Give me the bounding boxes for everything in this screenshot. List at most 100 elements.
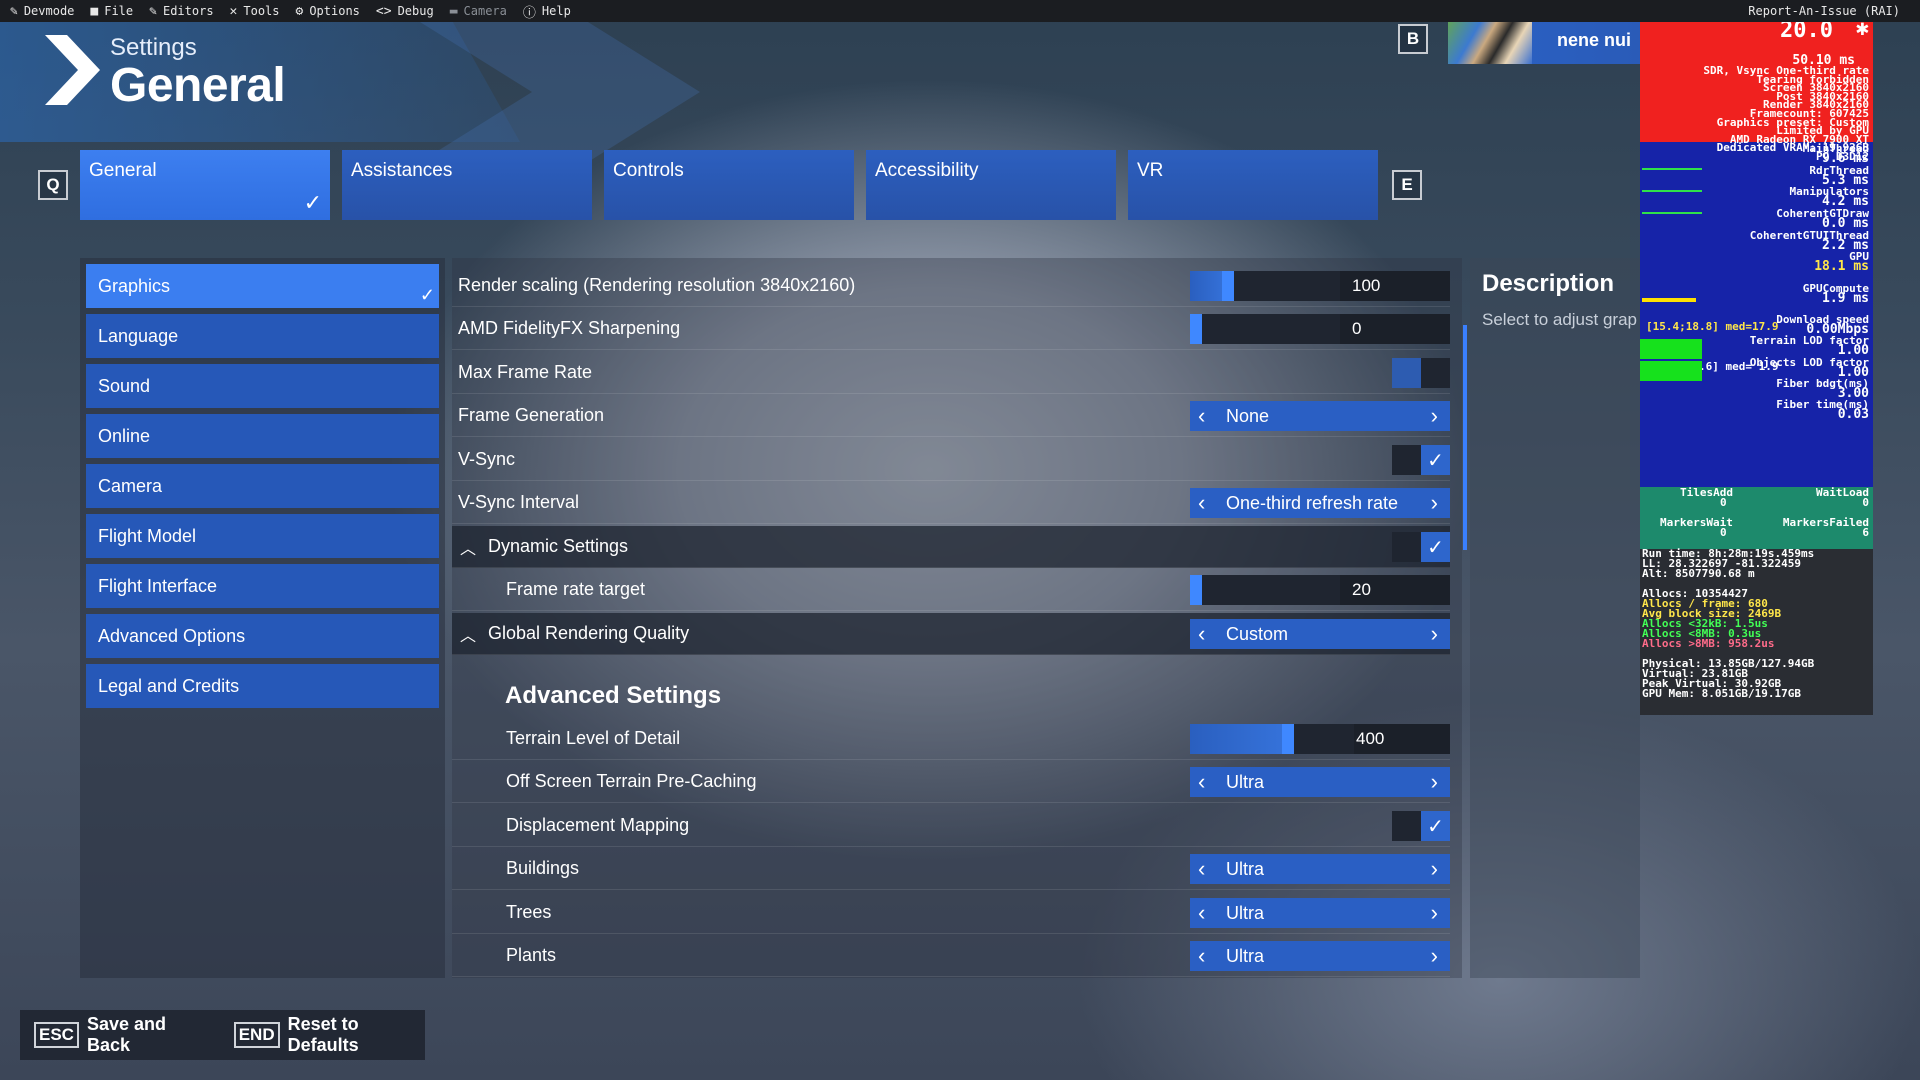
chevron-left-icon[interactable]: ‹ [1198, 769, 1205, 795]
save-and-back-button[interactable]: Save and Back [87, 1014, 206, 1056]
setting-terrain-lod: Terrain Level of Detail 400 [452, 718, 1450, 760]
lod-factor-bar [1640, 361, 1702, 381]
checkmark-icon: ✓ [419, 285, 435, 305]
debug-metric-value: 18.1 ms [1814, 259, 1869, 274]
chevron-left-icon[interactable]: ‹ [1198, 490, 1205, 516]
tools-icon: ✕ [229, 3, 238, 19]
frame-rate-target-slider[interactable]: 20 [1190, 575, 1450, 605]
camera-icon: ▬ [449, 3, 458, 19]
report-issue-link[interactable]: Report-An-Issue (RAI) [1748, 4, 1900, 18]
category-legal-credits[interactable]: Legal and Credits [86, 664, 439, 708]
debug-metric-value: 9.6 ms [1822, 151, 1869, 166]
displacement-checkbox[interactable]: ✓ [1392, 811, 1450, 841]
setting-sharpening: AMD FidelityFX Sharpening 0 [452, 308, 1450, 350]
chevron-right-icon[interactable]: › [1431, 769, 1438, 795]
debug-wait-load: WaitLoad [1816, 486, 1869, 499]
category-online[interactable]: Online [86, 414, 439, 458]
chevron-right-icon[interactable]: › [1431, 943, 1438, 969]
menu-camera[interactable]: ▬ Camera [450, 4, 507, 19]
debug-markers-failed-value: 6 [1862, 526, 1869, 539]
buildings-selector[interactable]: ‹ Ultra › [1190, 854, 1450, 884]
menu-debug[interactable]: <> Debug [376, 4, 434, 19]
end-key[interactable]: END [233, 1022, 280, 1048]
chevron-left-icon[interactable]: ‹ [1198, 900, 1205, 926]
debug-metric-value: 1.9 ms [1822, 291, 1869, 306]
reset-defaults-button[interactable]: Reset to Defaults [288, 1014, 425, 1056]
setting-max-frame-rate: Max Frame Rate [452, 352, 1450, 394]
category-language[interactable]: Language [86, 314, 439, 358]
lod-factor-bar [1640, 339, 1702, 359]
setting-frame-rate-target: Frame rate target 20 [452, 569, 1450, 611]
trees-selector[interactable]: ‹ Ultra › [1190, 898, 1450, 928]
category-camera[interactable]: Camera [86, 464, 439, 508]
menu-tools[interactable]: ✕ Tools [230, 4, 280, 19]
vsync-checkbox[interactable]: ✓ [1392, 445, 1450, 475]
category-flight-model[interactable]: Flight Model [86, 514, 439, 558]
chevron-right-icon[interactable]: › [1431, 621, 1438, 647]
category-advanced-options[interactable]: Advanced Options [86, 614, 439, 658]
plants-selector[interactable]: ‹ Ultra › [1190, 941, 1450, 971]
tab-vr[interactable]: VR [1128, 150, 1378, 220]
tab-controls[interactable]: Controls [604, 150, 854, 220]
chevron-right-icon[interactable]: › [1431, 900, 1438, 926]
terrain-lod-slider[interactable]: 400 [1190, 724, 1450, 754]
chevron-right-icon[interactable]: › [1431, 490, 1438, 516]
category-flight-interface[interactable]: Flight Interface [86, 564, 439, 608]
dev-menu-bar: ✎ Devmode ■ File ✎ Editors ✕ Tools ⚙ Options … [0, 0, 1920, 22]
tab-next-key-e[interactable]: E [1392, 170, 1422, 200]
sharpening-slider[interactable]: 0 [1190, 314, 1450, 344]
menu-file[interactable]: ■ File [90, 4, 133, 19]
menu-devmode[interactable]: ✎ Devmode [10, 4, 74, 19]
toggle-off-indicator [1392, 358, 1421, 388]
description-text: Select to adjust grap [1482, 310, 1637, 329]
menu-editors[interactable]: ✎ Editors [149, 4, 213, 19]
menu-help[interactable]: ⓘ Help [523, 2, 571, 21]
category-sound[interactable]: Sound [86, 364, 439, 408]
checkmark-icon: ✓ [1421, 811, 1450, 841]
checkmark-icon: ✓ [1421, 532, 1450, 562]
tab-accessibility[interactable]: Accessibility [866, 150, 1116, 220]
offscreen-caching-selector[interactable]: ‹ Ultra › [1190, 767, 1450, 797]
debug-metric-value: 4.2 ms [1822, 194, 1869, 209]
setting-render-scaling: Render scaling (Rendering resolution 384… [452, 265, 1450, 307]
section-dynamic-settings[interactable]: ︿ Dynamic Settings ✓ [452, 526, 1450, 568]
category-graphics[interactable]: Graphics ✓ [86, 264, 439, 308]
section-global-rendering-quality[interactable]: ︿ Global Rendering Quality ‹ Custom › [452, 613, 1450, 655]
chevron-right-icon[interactable]: › [1431, 856, 1438, 882]
chevron-left-icon[interactable]: ‹ [1198, 856, 1205, 882]
menu-options[interactable]: ⚙ Options [296, 4, 360, 19]
chevron-up-icon[interactable]: ︿ [460, 535, 476, 559]
debug-markers-wait-value: 0 [1720, 526, 1727, 539]
chevron-left-icon[interactable]: ‹ [1198, 943, 1205, 969]
checkmark-icon: ✓ [303, 190, 322, 215]
tab-general[interactable]: General ✓ [80, 150, 330, 220]
debug-gpu-mem: GPU Mem: 8.051GB/19.17GB [1642, 687, 1801, 700]
tab-assistances[interactable]: Assistances [342, 150, 592, 220]
max-frame-rate-toggle[interactable] [1392, 358, 1450, 388]
thread-graph-line [1642, 168, 1702, 170]
chevron-up-icon[interactable]: ︿ [460, 622, 476, 646]
settings-scrollbar[interactable] [1463, 325, 1467, 550]
chevron-left-icon[interactable]: ‹ [1198, 403, 1205, 429]
debug-tiles-add-value: 0 [1720, 496, 1727, 509]
setting-buildings: Buildings ‹ Ultra › [452, 848, 1450, 890]
esc-key[interactable]: ESC [34, 1022, 79, 1048]
tab-prev-key-q[interactable]: Q [38, 170, 68, 200]
debug-metric-value: 0.0 ms [1822, 216, 1869, 231]
pencil-icon: ✎ [149, 3, 157, 19]
debug-altitude: Alt: 8507790.68 m [1642, 567, 1755, 580]
chevron-left-icon[interactable]: ‹ [1198, 621, 1205, 647]
global-quality-selector[interactable]: ‹ Custom › [1190, 619, 1450, 649]
debug-metric-value: 1.00 [1837, 343, 1869, 358]
gpu-graph-bar [1642, 298, 1696, 302]
username: nene nui [1557, 30, 1632, 50]
profile-key-b[interactable]: B [1398, 24, 1428, 54]
chevron-right-icon[interactable]: › [1431, 403, 1438, 429]
vsync-interval-selector[interactable]: ‹ One-third refresh rate › [1190, 488, 1450, 518]
frame-generation-selector[interactable]: ‹ None › [1190, 401, 1450, 431]
render-scaling-slider[interactable]: 100 [1190, 271, 1450, 301]
debug-gpu-range: [15.4;18.8] med=17.9 [1646, 320, 1779, 333]
thread-graph-line [1642, 212, 1702, 214]
setting-vsync: V-Sync ✓ [452, 439, 1450, 481]
dynamic-settings-checkbox[interactable]: ✓ [1392, 532, 1450, 562]
